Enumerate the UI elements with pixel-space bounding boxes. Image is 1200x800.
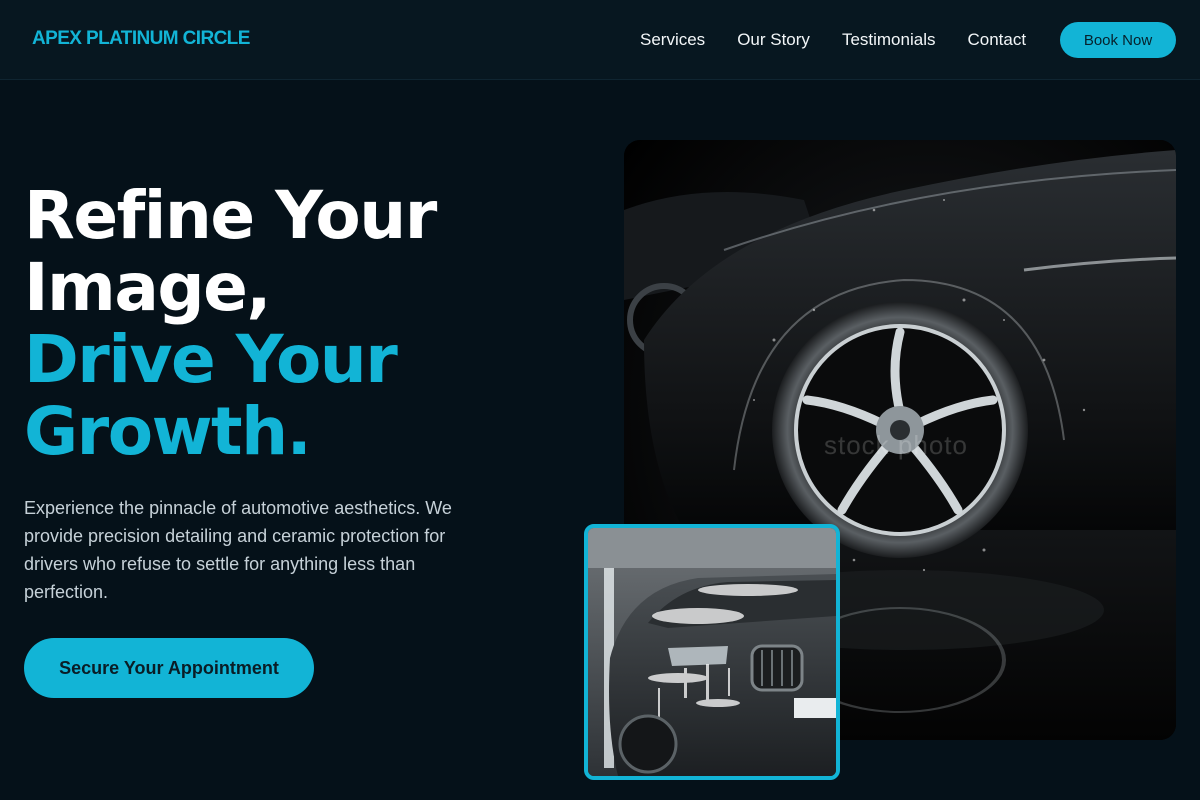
hero-title-line-3: Drive Your	[24, 321, 398, 398]
hero-title-line-2: Image,	[24, 249, 271, 326]
nav-link-our-story[interactable]: Our Story	[737, 30, 810, 50]
secure-appointment-button[interactable]: Secure Your Appointment	[24, 638, 314, 698]
hero-secondary-image	[584, 524, 840, 780]
site-header: APEX PLATINUM CIRCLE Services Our Story …	[0, 0, 1200, 80]
nav-link-testimonials[interactable]: Testimonials	[842, 30, 936, 50]
hero-title: Refine Your Image, Drive Your Growth.	[24, 180, 584, 468]
hero-description: Experience the pinnacle of automotive ae…	[24, 498, 452, 602]
book-now-button[interactable]: Book Now	[1060, 22, 1176, 58]
main-nav: Services Our Story Testimonials Contact	[640, 30, 1058, 50]
foamed-suv-illustration	[588, 528, 836, 776]
stock-watermark: stock photo	[824, 430, 968, 460]
nav-link-contact[interactable]: Contact	[967, 30, 1026, 50]
brand-logo[interactable]: APEX PLATINUM CIRCLE	[32, 28, 250, 50]
hero-title-line-1: Refine Your	[24, 177, 437, 254]
nav-link-services[interactable]: Services	[640, 30, 705, 50]
hero-title-line-4: Growth.	[24, 393, 312, 470]
